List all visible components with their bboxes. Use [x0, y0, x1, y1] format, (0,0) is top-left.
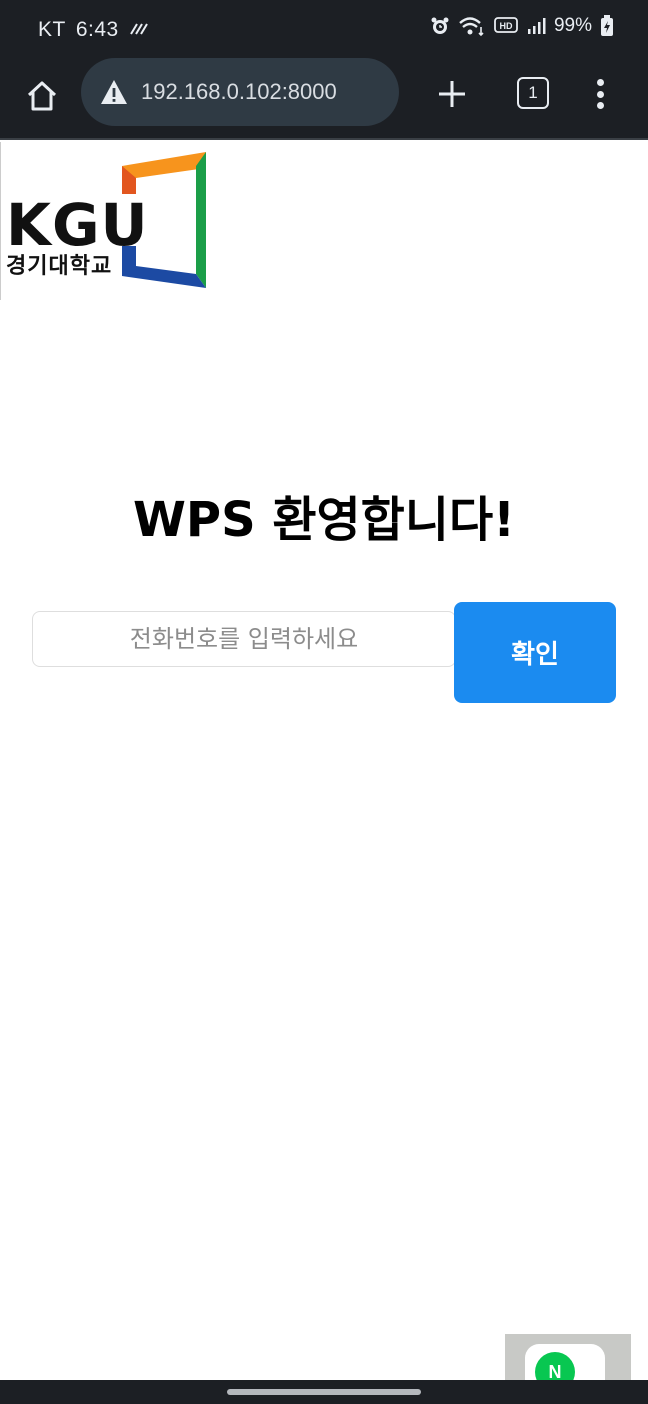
menu-dot [596, 90, 604, 98]
logo-subtitle: 경기대학교 [6, 254, 113, 279]
logo-border [0, 142, 1, 300]
system-nav-bar [0, 1380, 648, 1404]
status-bar: KT 6:43 HD 99% [0, 0, 648, 60]
battery-label: 99% [553, 15, 592, 36]
signal-strength-icon [129, 18, 149, 42]
clock: 6:43 [75, 18, 119, 41]
gesture-handle[interactable] [227, 1389, 421, 1395]
alarm-icon [430, 16, 450, 36]
home-button[interactable] [20, 74, 64, 118]
hd-icon: HD [494, 16, 518, 36]
wifi-icon [458, 15, 486, 37]
floating-widget[interactable]: N [505, 1334, 631, 1380]
address-bar[interactable]: 192.168.0.102:8000 [81, 58, 399, 126]
battery-icon [600, 15, 614, 37]
page-title: WPS 환영합니다! [132, 492, 516, 548]
url-text[interactable]: 192.168.0.102:8000 [141, 79, 337, 105]
status-right: HD 99% [430, 15, 614, 37]
menu-dot [596, 79, 604, 86]
phone-input[interactable] [32, 611, 456, 667]
warning-icon[interactable] [99, 77, 129, 107]
confirm-button[interactable]: 확인 [454, 602, 616, 703]
svg-text:HD: HD [499, 21, 512, 31]
logo-text: KGU [6, 191, 149, 259]
status-left: KT 6:43 [38, 18, 149, 42]
more-vert-icon[interactable] [588, 74, 612, 114]
menu-dot [596, 102, 604, 109]
tab-count: 1 [528, 83, 538, 102]
plus-icon [439, 81, 465, 107]
browser-toolbar: 192.168.0.102:8000 1 [0, 58, 648, 140]
new-tab-button[interactable] [432, 74, 472, 114]
cellular-icon [526, 17, 546, 35]
carrier-label: KT [38, 18, 66, 41]
widget-letter: N [548, 1362, 562, 1380]
home-icon [27, 81, 57, 111]
tabs-button[interactable]: 1 [517, 77, 549, 109]
